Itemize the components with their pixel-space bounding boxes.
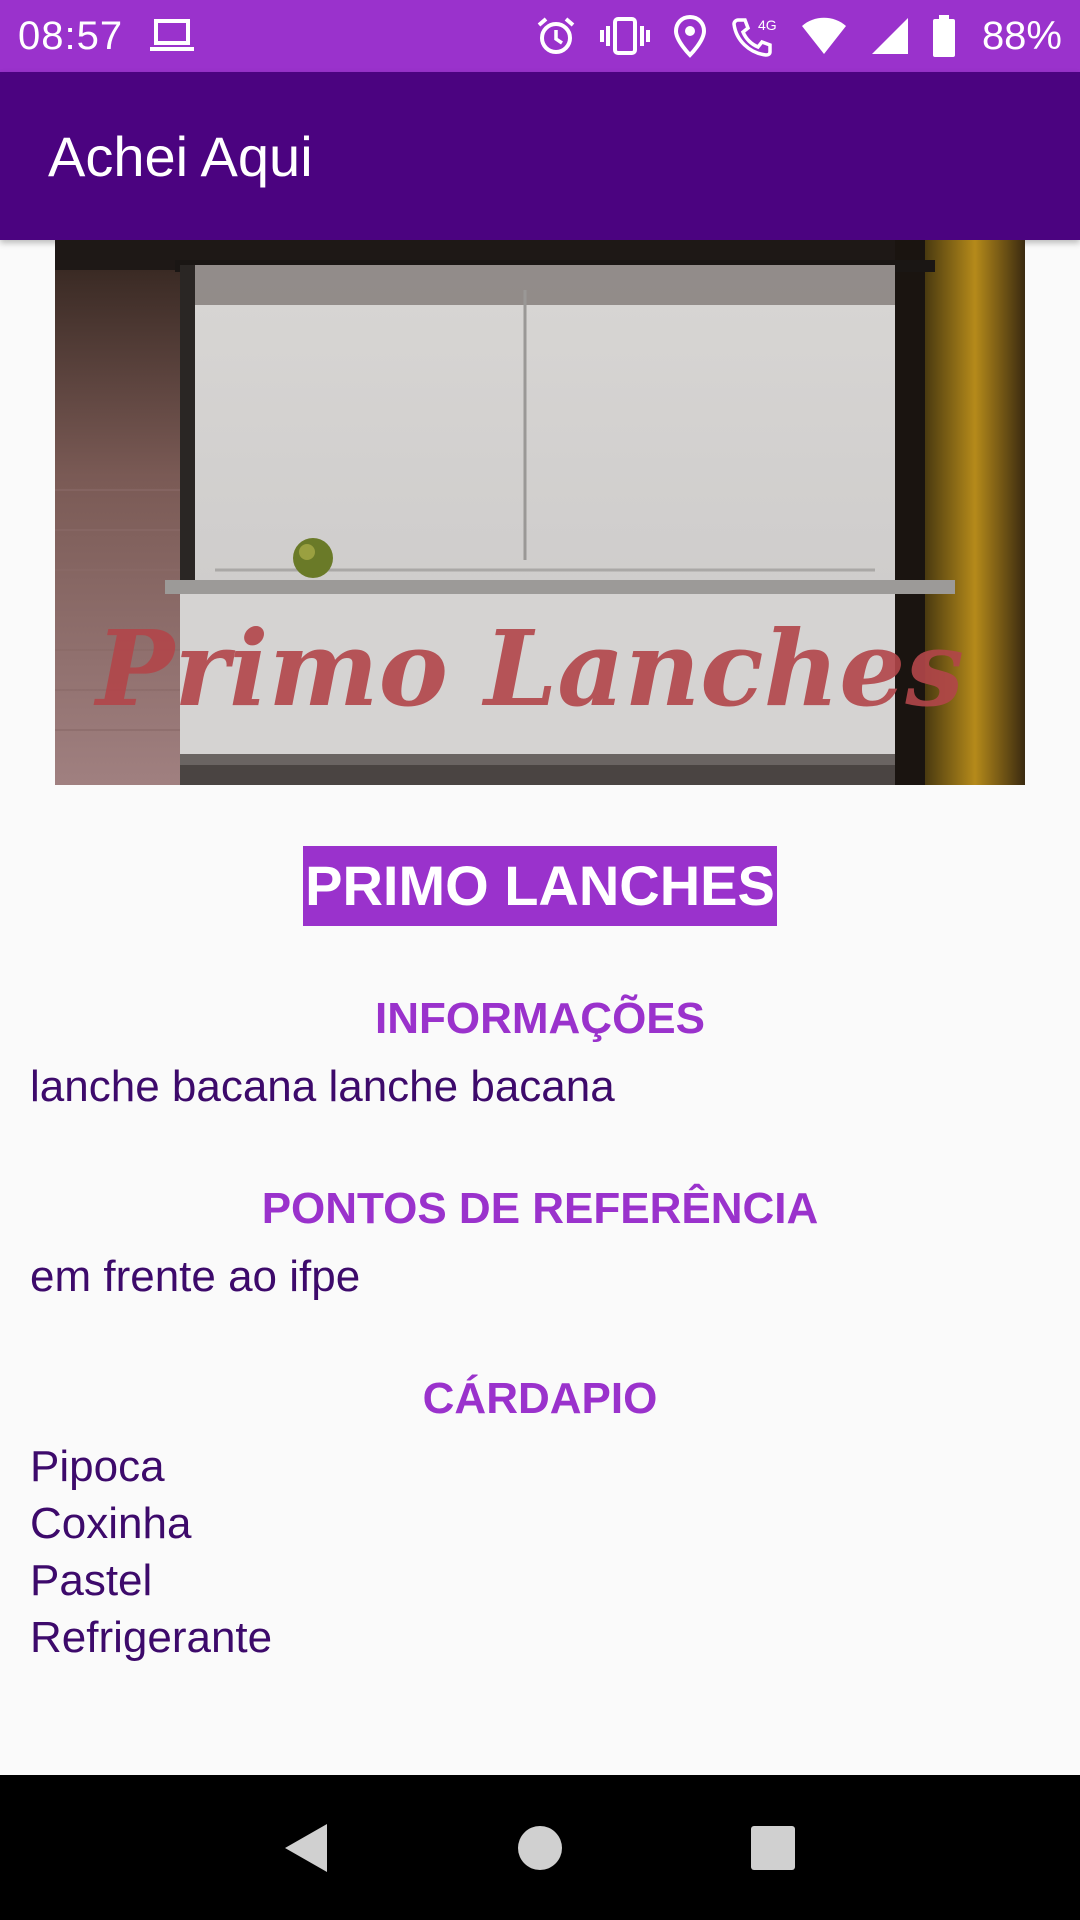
back-icon [284, 1823, 327, 1872]
info-text: lanche bacana lanche bacana [30, 1062, 615, 1111]
navigation-bar [0, 1775, 1080, 1920]
alarm-icon [537, 17, 575, 54]
wifi-icon [801, 17, 846, 54]
network-type-label: 4G [758, 17, 777, 33]
status-icons: 4G 88% [534, 14, 1062, 59]
place-name: PRIMO LANCHES [303, 846, 777, 926]
reference-section-title: PONTOS DE REFERÊNCIA [261, 1184, 819, 1233]
menu-item: Pastel [30, 1556, 153, 1605]
menu-list: Pipoca Coxinha Pastel Refrigerante [30, 1438, 272, 1666]
reference-text: em frente ao ifpe [30, 1252, 361, 1301]
home-icon [517, 1825, 562, 1870]
photo-sign-text: Primo Lanches [93, 607, 964, 730]
app-title: Achei Aqui [48, 124, 313, 188]
back-button[interactable] [267, 1808, 347, 1888]
menu-item: Coxinha [30, 1499, 192, 1548]
wifi-calling-icon: 4G [732, 17, 777, 57]
screen: 08:57 4G 88% Achei Aqui Primo Lanches PR… [0, 0, 1080, 1920]
location-icon [673, 14, 706, 58]
home-button[interactable] [500, 1808, 580, 1888]
menu-section-title: CÁRDAPIO [422, 1374, 658, 1423]
photo-image: Primo Lanches [55, 240, 1025, 785]
vibrate-icon [599, 17, 650, 55]
recents-icon [751, 1825, 796, 1870]
place-name-container: PRIMO LANCHES [0, 846, 1080, 926]
battery-icon [932, 15, 955, 57]
signal-icon [871, 18, 908, 54]
laptop-icon [150, 19, 195, 51]
recents-button[interactable] [733, 1808, 813, 1888]
place-photo: Primo Lanches [55, 240, 1025, 785]
battery-percentage: 88% [981, 13, 1062, 58]
info-section-title: INFORMAÇÕES [375, 994, 705, 1043]
status-bar: 08:57 4G 88% [0, 0, 1080, 72]
menu-item: Pipoca [30, 1442, 165, 1491]
status-time: 08:57 [18, 13, 124, 58]
menu-item: Refrigerante [30, 1613, 273, 1662]
app-bar: Achei Aqui [0, 72, 1080, 240]
